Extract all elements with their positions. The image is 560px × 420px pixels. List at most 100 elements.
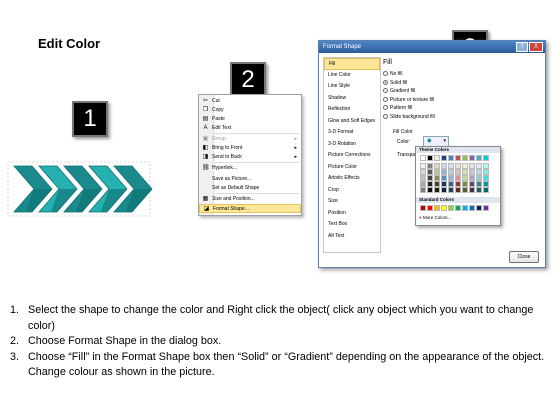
category-item-position[interactable]: Position xyxy=(324,208,380,220)
color-swatch[interactable] xyxy=(483,205,489,211)
category-item-3-d-rotation[interactable]: 3-D Rotation xyxy=(324,139,380,151)
menu-item-send-to-back[interactable]: ◨ Send to Back ▸ xyxy=(199,153,301,162)
color-swatch[interactable] xyxy=(448,187,454,193)
menu-item-edit-text[interactable]: A Edit Text xyxy=(199,124,301,133)
color-swatch[interactable] xyxy=(476,187,482,193)
category-item-alt-text[interactable]: Alt Text xyxy=(324,231,380,243)
color-swatch[interactable] xyxy=(434,205,440,211)
color-swatch[interactable] xyxy=(455,187,461,193)
instruction-step: 1. Select the shape to change the color a… xyxy=(10,303,550,334)
color-swatch[interactable] xyxy=(483,187,489,193)
color-swatch[interactable] xyxy=(448,205,454,211)
menu-item-label: Group xyxy=(212,136,226,142)
color-swatch[interactable] xyxy=(476,155,482,161)
category-item-fill[interactable]: Fill xyxy=(324,58,380,70)
menu-item-copy[interactable]: ❐ Copy xyxy=(199,106,301,115)
chevron-down-icon: ▾ xyxy=(443,138,446,144)
category-item-picture-color[interactable]: Picture Color xyxy=(324,162,380,174)
step-number: 2. xyxy=(10,335,20,348)
menu-item-bring-to-front[interactable]: ◧ Bring to Front ▸ xyxy=(199,144,301,153)
menu-item-label: Format Shape... xyxy=(213,206,249,212)
color-swatch[interactable] xyxy=(427,155,433,161)
menu-item-set-as-default-shape[interactable]: Set as Default Shape xyxy=(199,184,301,193)
group-icon: ▣ xyxy=(202,136,209,142)
menu-item-label: Edit Text xyxy=(212,125,232,131)
menu-item-hyperlink[interactable]: ⛓ Hyperlink... xyxy=(199,164,301,173)
category-item-artistic-effects[interactable]: Artistic Effects xyxy=(324,173,380,185)
color-swatch[interactable] xyxy=(455,205,461,211)
edit-text-icon: A xyxy=(203,125,208,131)
color-swatch[interactable] xyxy=(420,205,426,211)
copy-icon: ❐ xyxy=(202,107,209,113)
close-x-button[interactable]: X xyxy=(529,42,543,52)
close-button[interactable]: Close xyxy=(509,251,539,263)
fill-option-label: Picture or texture fill xyxy=(390,96,435,103)
color-swatch[interactable] xyxy=(441,155,447,161)
fill-option-no-fill[interactable]: No fill xyxy=(383,71,403,78)
category-item-crop[interactable]: Crop xyxy=(324,185,380,197)
category-item-text-box[interactable]: Text Box xyxy=(324,219,380,231)
color-swatch[interactable] xyxy=(462,205,468,211)
category-item-3-d-format[interactable]: 3-D Format xyxy=(324,127,380,139)
color-swatch[interactable] xyxy=(448,155,454,161)
category-item-reflection[interactable]: Reflection xyxy=(324,104,380,116)
menu-item-format-shape[interactable]: ◪ Format Shape... xyxy=(199,204,301,213)
menu-item-save-as-picture[interactable]: Save as Picture... xyxy=(199,175,301,184)
color-swatch[interactable] xyxy=(462,155,468,161)
bring-front-icon: ◧ xyxy=(202,145,209,151)
radio-icon xyxy=(383,71,388,77)
help-button[interactable]: ? xyxy=(516,42,528,52)
menu-item-label: Paste xyxy=(212,116,225,122)
fill-option-label: Gradient fill xyxy=(390,88,416,94)
color-swatch[interactable] xyxy=(420,187,426,193)
more-colors-option[interactable]: ● More Colors... xyxy=(419,215,451,220)
fill-option-solid-fill[interactable]: Solid fill xyxy=(383,80,407,87)
menu-item-label: Size and Position... xyxy=(212,196,255,202)
step-badge-2: 2 xyxy=(230,62,266,98)
chevron-right-icon: ▸ xyxy=(294,145,297,151)
color-swatch[interactable] xyxy=(420,155,426,161)
color-swatch[interactable] xyxy=(455,155,461,161)
color-swatch[interactable] xyxy=(483,155,489,161)
theme-colors-heading: Theme Colors xyxy=(416,147,500,153)
fill-option-slide-background-fill[interactable]: Slide background fill xyxy=(383,114,435,121)
fill-option-gradient-fill[interactable]: Gradient fill xyxy=(383,88,415,95)
hyperlink-icon: ⛓ xyxy=(202,165,210,171)
standard-colors-heading: Standard Colors xyxy=(416,197,500,203)
cut-icon: ✂ xyxy=(202,98,209,104)
instruction-step: 3. Choose “Fill” in the Format Shape box … xyxy=(10,350,550,381)
menu-item-paste[interactable]: ▤ Paste xyxy=(199,115,301,124)
category-item-glow-and-soft-edges[interactable]: Glow and Soft Edges xyxy=(324,116,380,128)
category-item-line-color[interactable]: Line Color xyxy=(324,70,380,82)
step-number: 1. xyxy=(10,304,20,316)
menu-item-group[interactable]: ▣ Group ▸ xyxy=(199,135,301,144)
category-item-shadow[interactable]: Shadow xyxy=(324,93,380,105)
category-item-picture-corrections[interactable]: Picture Corrections xyxy=(324,150,380,162)
chevron-arrows-graphic[interactable] xyxy=(6,158,156,220)
radio-icon xyxy=(383,88,388,94)
menu-item-label: Hyperlink... xyxy=(212,165,238,171)
color-swatch[interactable] xyxy=(469,155,475,161)
menu-item-size-and-position[interactable]: ▦ Size and Position... xyxy=(199,195,301,204)
format-shape-icon: ◪ xyxy=(203,206,210,212)
category-item-line-style[interactable]: Line Style xyxy=(324,81,380,93)
dialog-title-bar: Format Shape ? X xyxy=(319,41,545,53)
color-swatch[interactable] xyxy=(427,205,433,211)
menu-separator xyxy=(214,193,299,194)
fill-option-picture-or-texture-fill[interactable]: Picture or texture fill xyxy=(383,97,434,104)
color-swatch[interactable] xyxy=(469,187,475,193)
color-swatch[interactable] xyxy=(476,205,482,211)
color-swatch[interactable] xyxy=(434,187,440,193)
context-menu: ✂ Cut ❐ Copy ▤ Paste A Edit Text ▣ Group ▸ ◧ Bring t… xyxy=(198,94,302,216)
color-swatch[interactable] xyxy=(462,187,468,193)
color-swatch[interactable] xyxy=(441,187,447,193)
menu-item-cut[interactable]: ✂ Cut xyxy=(199,97,301,106)
category-item-size[interactable]: Size xyxy=(324,196,380,208)
color-swatch[interactable] xyxy=(434,155,440,161)
fill-option-pattern-fill[interactable]: Pattern fill xyxy=(383,105,412,112)
color-swatch[interactable] xyxy=(427,187,433,193)
paint-bucket-icon: ◆ xyxy=(427,138,432,144)
color-swatch[interactable] xyxy=(469,205,475,211)
transparency-label: Transpar xyxy=(397,152,417,158)
color-swatch[interactable] xyxy=(441,205,447,211)
